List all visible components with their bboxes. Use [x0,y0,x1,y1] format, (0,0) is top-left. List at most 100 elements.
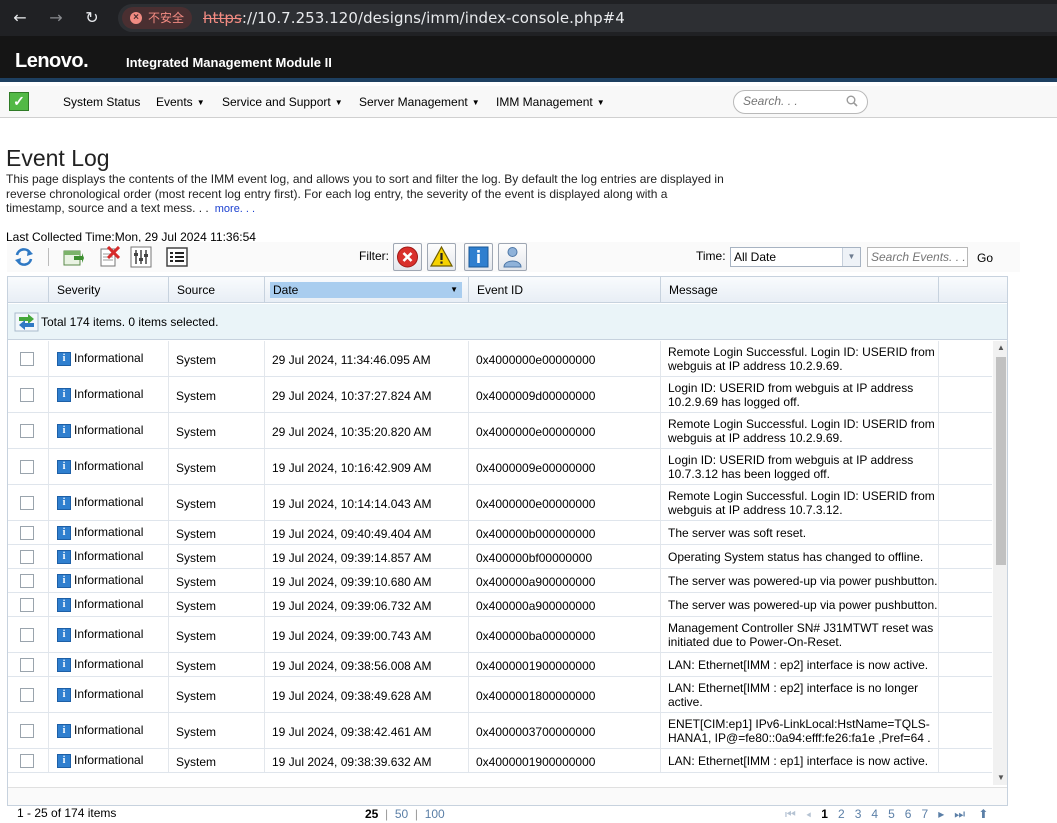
table-row[interactable]: i Informational System 19 Jul 2024, 09:39:1… [8,545,992,569]
row-checkbox[interactable] [20,526,34,540]
event-id-text: 0x4000000e00000000 [476,353,596,367]
row-checkbox[interactable] [20,352,34,366]
menu-system-status[interactable]: System Status [63,95,140,109]
message-text: The server was soft reset. [668,526,807,540]
info-icon [468,246,489,268]
column-header-severity[interactable]: Severity [49,277,169,303]
table-row[interactable]: i Informational System 29 Jul 2024, 10:35:2… [8,413,992,449]
time-filter-select[interactable]: All Date ▼ [730,247,861,267]
menu-server-management[interactable]: Server Management ▼ [359,95,480,109]
global-search-input[interactable] [743,94,843,108]
event-log-grid: Severity Source Date ▼ Event ID Message T… [7,276,1008,806]
page-link-current[interactable]: 1 [821,807,828,821]
filter-error-button[interactable] [393,243,422,271]
search-events-input[interactable] [867,247,968,267]
row-checkbox[interactable] [20,724,34,738]
table-row[interactable]: i Informational System 19 Jul 2024, 09:39:0… [8,617,992,653]
row-checkbox[interactable] [20,628,34,642]
page-size-option[interactable]: 25 [365,807,378,821]
select-all-header[interactable] [8,277,49,303]
column-header-message[interactable]: Message [661,277,939,303]
row-checkbox[interactable] [20,550,34,564]
column-header-date[interactable]: Date ▼ [265,277,469,303]
reload-icon[interactable]: ↻ [82,8,102,28]
export-log-icon[interactable] [62,246,84,268]
row-checkbox[interactable] [20,496,34,510]
scroll-top-icon[interactable]: ⬆ [978,807,988,821]
page-description: This page displays the contents of the I… [6,172,726,217]
row-checkbox[interactable] [20,460,34,474]
source-text: System [176,425,217,439]
column-header-source[interactable]: Source [169,277,265,303]
event-rows: i Informational System 29 Jul 2024, 11:34:4… [8,341,992,787]
table-row[interactable]: i Informational System 19 Jul 2024, 09:40:4… [8,521,992,545]
last-page-icon[interactable]: ⏭ [954,807,965,821]
table-row[interactable]: i Informational System 19 Jul 2024, 10:14:1… [8,485,992,521]
page-link[interactable]: 2 [838,807,845,821]
table-row[interactable]: i Informational System 19 Jul 2024, 09:38:5… [8,653,992,677]
filter-audit-button[interactable] [498,243,527,271]
row-checkbox[interactable] [20,658,34,672]
source-text: System [176,629,217,643]
info-icon: i [57,574,71,588]
table-row[interactable]: i Informational System 29 Jul 2024, 10:37:2… [8,377,992,413]
event-id-text: 0x400000bf00000000 [476,551,593,565]
url-text[interactable]: https://10.7.253.120/designs/imm/index-c… [203,8,625,28]
source-text: System [176,353,217,367]
page-size-option[interactable]: 100 [425,807,445,821]
clear-log-icon[interactable] [98,245,121,268]
security-indicator[interactable]: × 不安全 [122,7,193,29]
go-button[interactable]: Go [977,251,993,265]
page-link[interactable]: 3 [855,807,862,821]
table-row[interactable]: i Informational System 19 Jul 2024, 09:38:3… [8,749,992,773]
table-row[interactable]: i Informational System 19 Jul 2024, 09:38:4… [8,713,992,749]
scroll-down-icon[interactable]: ▼ [996,773,1006,783]
menu-imm-management[interactable]: IMM Management ▼ [496,95,605,109]
page-link[interactable]: 6 [905,807,912,821]
row-checkbox[interactable] [20,688,34,702]
scroll-up-icon[interactable]: ▲ [996,343,1006,353]
first-page-icon[interactable]: ⏮ [785,807,796,821]
filter-info-button[interactable] [464,243,493,271]
url-scheme: https [203,9,242,27]
page-link[interactable]: 5 [888,807,895,821]
table-row[interactable]: i Informational System 19 Jul 2024, 09:38:4… [8,677,992,713]
back-arrow-icon[interactable]: ← [10,8,30,28]
row-checkbox[interactable] [20,598,34,612]
search-icon[interactable] [846,95,858,107]
info-icon: i [57,352,71,366]
table-row[interactable]: i Informational System 19 Jul 2024, 10:16:4… [8,449,992,485]
table-row[interactable]: i Informational System 19 Jul 2024, 09:39:1… [8,569,992,593]
prev-page-icon[interactable]: ◂ [806,807,811,821]
scrollbar-thumb[interactable] [996,357,1006,565]
info-icon: i [57,688,71,702]
forward-arrow-icon[interactable]: → [46,8,66,28]
system-ok-icon[interactable]: ✓ [9,92,29,111]
refresh-icon[interactable] [13,246,35,268]
horizontal-scrollbar[interactable] [8,787,1007,805]
page-link[interactable]: 7 [922,807,929,821]
menu-events[interactable]: Events ▼ [156,95,205,109]
page-size-option[interactable]: 50 [395,807,408,821]
message-text: Operating System status has changed to o… [668,550,924,564]
sorted-column-highlight: Date ▼ [270,282,462,298]
select-all-arrows-icon[interactable] [14,311,39,333]
settings-sliders-icon[interactable] [130,246,152,268]
next-page-icon[interactable]: ▸ [938,807,944,821]
severity-text: Informational [74,657,144,671]
table-row[interactable]: i Informational System 19 Jul 2024, 09:39:0… [8,593,992,617]
vertical-scrollbar[interactable]: ▲ ▼ [993,341,1007,785]
row-checkbox[interactable] [20,388,34,402]
row-checkbox[interactable] [20,574,34,588]
table-row[interactable]: i Informational System 29 Jul 2024, 11:34:4… [8,341,992,377]
row-checkbox[interactable] [20,424,34,438]
columns-list-icon[interactable] [166,246,188,268]
menu-service-support[interactable]: Service and Support ▼ [222,95,343,109]
menu-label: Events [156,95,193,109]
page-link[interactable]: 4 [871,807,878,821]
column-label: Severity [57,283,101,297]
row-checkbox[interactable] [20,754,34,768]
column-header-event-id[interactable]: Event ID [469,277,661,303]
more-link[interactable]: more. . . [215,203,255,215]
filter-warning-button[interactable] [427,243,456,271]
